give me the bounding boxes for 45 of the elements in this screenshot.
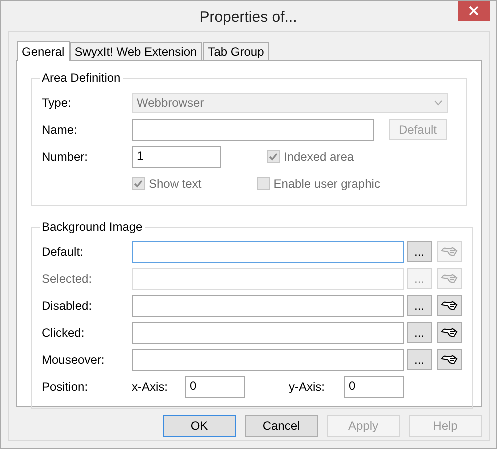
pointing-hand-icon — [440, 354, 458, 365]
picker-button[interactable] — [437, 295, 462, 316]
image-path-field[interactable] — [132, 294, 404, 316]
field-label: Name: — [42, 122, 78, 136]
group-title: Area Definition — [41, 71, 122, 85]
field-label: Type: — [42, 96, 72, 110]
group-title: Background Image — [41, 220, 144, 234]
pointing-hand-icon — [440, 300, 458, 311]
browse-button[interactable]: ... — [407, 295, 432, 316]
tab[interactable]: Tab Group — [203, 42, 270, 60]
image-path-field[interactable] — [132, 240, 404, 262]
checkbox-label: Enable user graphic — [274, 176, 380, 190]
checkbox-label: Show text — [149, 176, 202, 190]
field-label: Selected: — [42, 272, 94, 286]
image-path-field[interactable] — [132, 322, 404, 344]
image-path-field[interactable] — [132, 348, 404, 370]
close-icon — [469, 6, 479, 16]
checkbox-label: Indexed area — [284, 150, 354, 164]
pointing-hand-icon — [440, 246, 458, 257]
dialog-button[interactable]: Cancel — [245, 415, 318, 437]
tab[interactable]: General — [17, 41, 70, 61]
browse-button[interactable]: ... — [407, 322, 432, 343]
field-label: y-Axis: — [289, 380, 326, 394]
number-field[interactable]: 1 — [132, 146, 221, 168]
window-title: Properties of... — [200, 8, 298, 26]
close-button[interactable] — [458, 1, 490, 21]
chevron-down-icon — [434, 100, 443, 106]
pointing-hand-icon — [440, 327, 458, 338]
field-label: Clicked: — [42, 326, 86, 340]
browse-button[interactable]: ... — [407, 349, 432, 370]
field-label: Position: — [42, 380, 90, 394]
field-label: x-Axis: — [132, 380, 169, 394]
picker-button[interactable] — [437, 349, 462, 370]
y-axis-field[interactable]: 0 — [344, 376, 404, 398]
field-label: Mouseover: — [42, 352, 106, 366]
pointing-hand-icon — [440, 273, 458, 284]
field-label: Disabled: — [42, 298, 94, 312]
field-label: Default: — [42, 244, 84, 258]
tab[interactable]: SwyxIt! Web Extension — [70, 42, 202, 60]
browse-button[interactable]: ... — [407, 241, 432, 262]
x-axis-field[interactable]: 0 — [185, 376, 245, 398]
name-field[interactable] — [132, 118, 374, 140]
dialog-button[interactable]: OK — [163, 415, 236, 437]
field-label: Number: — [42, 150, 90, 164]
picker-button[interactable] — [437, 322, 462, 343]
